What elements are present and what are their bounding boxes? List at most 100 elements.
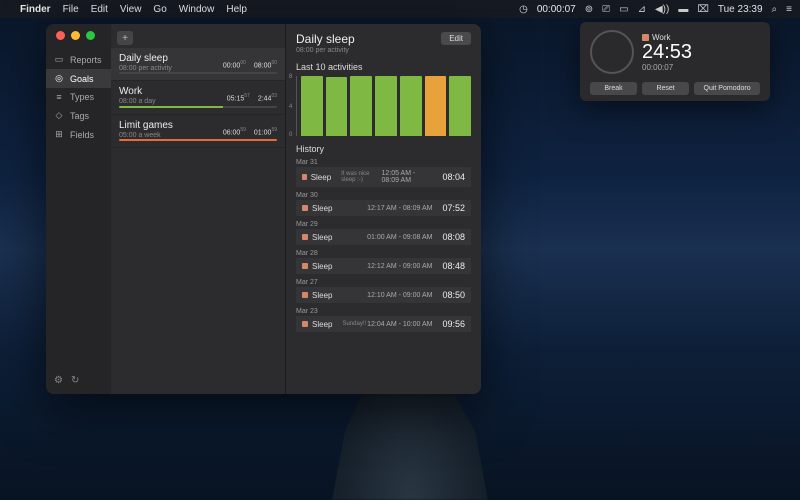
y-tick-8: 8 xyxy=(289,74,292,80)
activity-dot-icon xyxy=(302,292,308,298)
chart-bar xyxy=(326,77,348,136)
activity-dot-icon xyxy=(302,174,307,180)
display-icon[interactable]: ▭ xyxy=(619,4,628,15)
activities-chart: 8 4 0 xyxy=(296,76,471,136)
close-button[interactable] xyxy=(56,31,65,40)
detail-subtitle: 08:00 per activity xyxy=(296,47,355,54)
history-time: 12:10 AM - 09:00 AM xyxy=(367,292,432,299)
history-duration: 08:04 xyxy=(442,172,465,182)
minimize-button[interactable] xyxy=(71,31,80,40)
history-activity: Sleep xyxy=(311,173,331,182)
history-row[interactable]: Sleep 12:10 AM - 09:00 AM 08:50 xyxy=(296,287,471,303)
history-date: Mar 31 xyxy=(296,159,471,166)
types-icon: ≡ xyxy=(54,92,64,102)
reports-icon: ▭ xyxy=(54,54,64,65)
control-center-icon[interactable]: ≡ xyxy=(786,4,792,15)
chart-bar xyxy=(400,76,422,136)
add-goal-button[interactable]: + xyxy=(117,31,133,45)
sidebar-item-goals[interactable]: ◎Goals xyxy=(46,69,111,88)
chart-bar xyxy=(425,76,447,136)
history-duration: 09:56 xyxy=(442,319,465,329)
pomodoro-elapsed: 00:00:07 xyxy=(642,63,760,72)
history-row[interactable]: Sleep 12:12 AM - 09:00 AM 08:48 xyxy=(296,258,471,274)
detail-title: Daily sleep xyxy=(296,32,355,46)
sidebar: ▭Reports ◎Goals ≡Types ◇Tags ⊞Fields ⚙ ↻ xyxy=(46,24,111,394)
history-activity: Sleep xyxy=(312,320,332,329)
history-time: 12:05 AM - 08:09 AM xyxy=(381,170,432,184)
menu-edit[interactable]: Edit xyxy=(91,4,108,15)
goal-item[interactable]: Limit games 05:00 a week 06:005901:0059 xyxy=(111,115,285,148)
stopwatch-icon[interactable]: ◷ xyxy=(519,4,528,15)
menubar: Finder File Edit View Go Window Help ◷ 0… xyxy=(0,0,800,18)
quit-pomodoro-button[interactable]: Quit Pomodoro xyxy=(694,82,760,95)
history-row[interactable]: Sleep Sunday!! 12:04 AM - 10:00 AM 09:56 xyxy=(296,316,471,332)
clock[interactable]: Tue 23:39 xyxy=(718,4,763,15)
goal-item[interactable]: Daily sleep 08:00 per activity 00:000008… xyxy=(111,48,285,81)
menu-go[interactable]: Go xyxy=(153,4,166,15)
section-last-activities: Last 10 activities xyxy=(296,62,471,72)
history-row[interactable]: Sleep 12:17 AM - 08:09 AM 07:52 xyxy=(296,200,471,216)
y-tick-0: 0 xyxy=(289,132,292,138)
history-time: 12:12 AM - 09:00 AM xyxy=(367,263,432,270)
fields-icon: ⊞ xyxy=(54,129,64,140)
history-date: Mar 28 xyxy=(296,250,471,257)
gear-icon[interactable]: ⚙ xyxy=(54,375,63,386)
app-name[interactable]: Finder xyxy=(20,4,51,15)
battery-icon[interactable]: ⌧ xyxy=(697,4,709,15)
tags-icon: ◇ xyxy=(54,110,64,121)
app-window: ▭Reports ◎Goals ≡Types ◇Tags ⊞Fields ⚙ ↻… xyxy=(46,24,481,394)
sidebar-item-fields[interactable]: ⊞Fields xyxy=(46,125,111,144)
menu-file[interactable]: File xyxy=(63,4,79,15)
goal-item[interactable]: Work 08:00 a day 05:15572:4403 xyxy=(111,81,285,114)
detail-pane: Daily sleep 08:00 per activity Edit Last… xyxy=(286,24,481,394)
sync-icon[interactable]: ↻ xyxy=(71,375,79,386)
history-activity: Sleep xyxy=(312,262,332,271)
chart-bar xyxy=(449,76,471,136)
activity-dot-icon xyxy=(302,321,308,327)
menu-view[interactable]: View xyxy=(120,4,142,15)
history-date: Mar 29 xyxy=(296,221,471,228)
sidebar-item-types[interactable]: ≡Types xyxy=(46,88,111,106)
history-note: Sunday!! xyxy=(342,321,366,327)
section-history: History xyxy=(296,144,471,154)
menubar-timer: 00:00:07 xyxy=(537,4,576,15)
search-icon[interactable]: ⌕ xyxy=(772,4,778,15)
chart-bar xyxy=(350,76,372,136)
reset-button[interactable]: Reset xyxy=(642,82,689,95)
circle-icon[interactable]: ⊚ xyxy=(585,4,593,15)
history-note: It was nice sleep :-) xyxy=(341,171,381,183)
pomodoro-progress-circle xyxy=(590,30,634,74)
history-activity: Sleep xyxy=(312,233,332,242)
activity-dot-icon xyxy=(302,263,308,269)
goals-list: + Daily sleep 08:00 per activity 00:0000… xyxy=(111,24,286,394)
history-row[interactable]: Sleep It was nice sleep :-) 12:05 AM - 0… xyxy=(296,167,471,187)
flag-icon[interactable]: ▬ xyxy=(678,4,688,15)
history-duration: 07:52 xyxy=(442,203,465,213)
pomodoro-widget: Work 24:53 00:00:07 Break Reset Quit Pom… xyxy=(580,22,770,101)
activity-dot-icon xyxy=(302,234,308,240)
history-activity: Sleep xyxy=(312,291,332,300)
history-row[interactable]: Sleep 01:00 AM - 09:08 AM 08:08 xyxy=(296,229,471,245)
history-activity: Sleep xyxy=(312,204,332,213)
sidebar-item-tags[interactable]: ◇Tags xyxy=(46,106,111,125)
volume-icon[interactable]: ◀︎)) xyxy=(655,4,669,15)
history-date: Mar 27 xyxy=(296,279,471,286)
menu-window[interactable]: Window xyxy=(179,4,215,15)
history-time: 12:04 AM - 10:00 AM xyxy=(367,321,432,328)
activity-dot-icon xyxy=(302,205,308,211)
menu-help[interactable]: Help xyxy=(226,4,247,15)
break-button[interactable]: Break xyxy=(590,82,637,95)
pomodoro-time: 24:53 xyxy=(642,42,760,62)
sidebar-item-reports[interactable]: ▭Reports xyxy=(46,50,111,69)
edit-button[interactable]: Edit xyxy=(441,32,471,45)
history-date: Mar 23 xyxy=(296,308,471,315)
y-tick-4: 4 xyxy=(289,104,292,110)
history-duration: 08:08 xyxy=(442,232,465,242)
maximize-button[interactable] xyxy=(86,31,95,40)
goals-icon: ◎ xyxy=(54,73,64,84)
history-time: 01:00 AM - 09:08 AM xyxy=(367,234,432,241)
cast-icon[interactable]: ⎚ xyxy=(602,4,610,15)
history-time: 12:17 AM - 08:09 AM xyxy=(367,205,432,212)
wifi-icon[interactable]: ⊿ xyxy=(638,4,646,15)
window-controls xyxy=(56,31,95,40)
